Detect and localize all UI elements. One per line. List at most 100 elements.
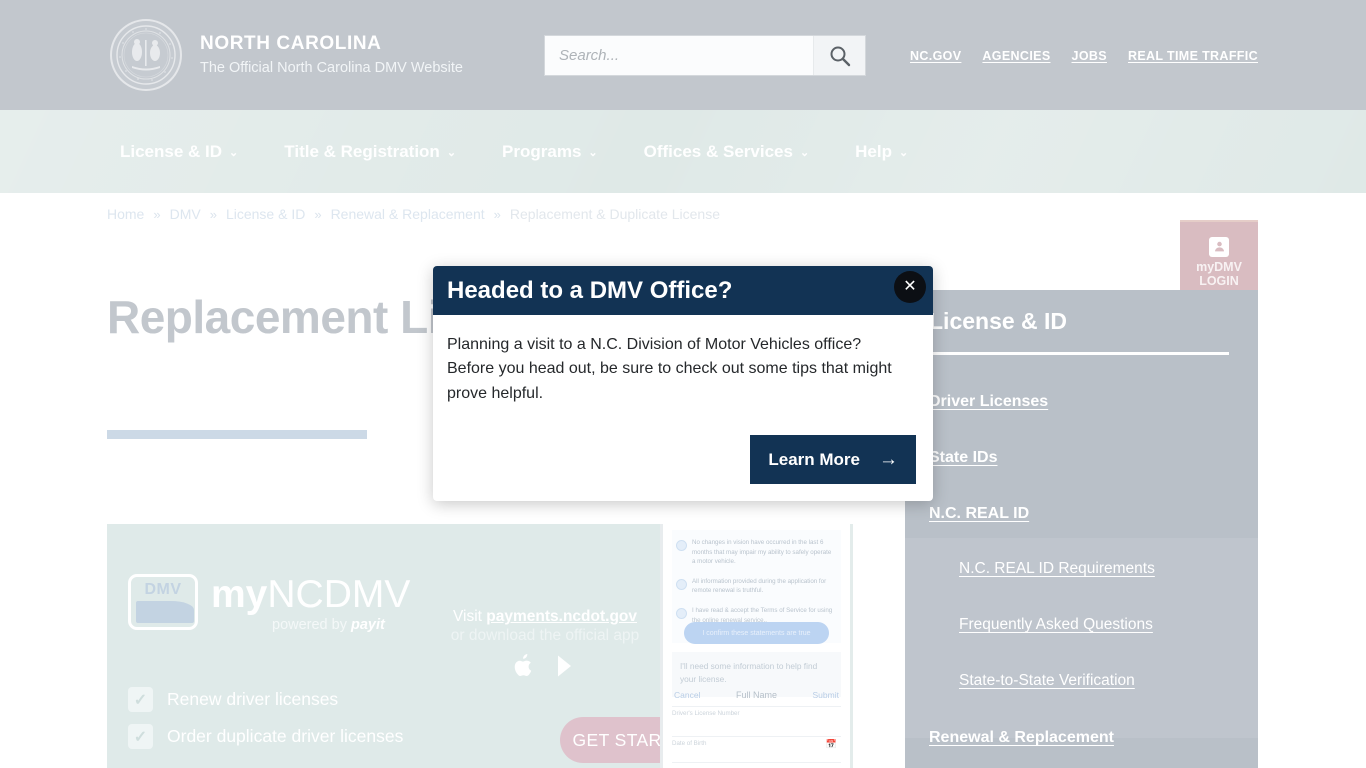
apple-app-store-icon[interactable] bbox=[511, 653, 537, 679]
search-button[interactable] bbox=[813, 36, 865, 75]
phone-cancel-button[interactable]: Cancel bbox=[674, 690, 700, 700]
breadcrumb-item-renewal-and-replacement[interactable]: Renewal & Replacement bbox=[331, 206, 485, 222]
nav-label: Programs bbox=[502, 141, 582, 161]
visit-prefix: Visit bbox=[452, 608, 487, 625]
nav-label: Offices & Services bbox=[643, 141, 793, 161]
checkbox-circle-icon[interactable] bbox=[676, 608, 687, 620]
phone-form-title: Full Name bbox=[735, 690, 777, 700]
payments-url-link[interactable]: payments.ncdot.gov bbox=[486, 608, 637, 625]
breadcrumb-item-dmv[interactable]: DMV bbox=[170, 206, 201, 222]
calendar-icon[interactable]: 📅 bbox=[826, 739, 837, 750]
powered-by-text: powered by payit bbox=[272, 617, 385, 633]
sidebar-subitem-state-to-state-verification[interactable]: State-to-State Verification bbox=[959, 672, 1135, 690]
form-divider bbox=[672, 736, 841, 737]
visit-line-1: Visit payments.ncdot.gov bbox=[437, 608, 653, 626]
brand-subtitle: The Official North Carolina DMV Website bbox=[200, 59, 463, 76]
dmv-office-modal: Headed to a DMV Office? ✕ Planning a vis… bbox=[433, 266, 933, 501]
visit-line-2: or download the official app bbox=[450, 627, 640, 644]
nav-item-help[interactable]: Help ⌄ bbox=[855, 142, 908, 162]
feature-row-duplicate: ✓ Order duplicate driver licenses bbox=[128, 724, 403, 749]
nav-item-title-and-registration[interactable]: Title & Registration ⌄ bbox=[284, 142, 456, 162]
visit-block: Visit payments.ncdot.gov or download the… bbox=[437, 608, 653, 679]
brand-block: NORTH CAROLINA The Official North Caroli… bbox=[200, 33, 463, 80]
utility-link-real-time-traffic[interactable]: REAL TIME TRAFFIC bbox=[1128, 49, 1258, 63]
breadcrumb-separator: » bbox=[493, 206, 501, 222]
sidebar-subitem-frequently-asked-questions[interactable]: Frequently Asked Questions bbox=[959, 616, 1153, 634]
search-input[interactable] bbox=[545, 36, 813, 75]
feature-label: Order duplicate driver licenses bbox=[167, 726, 404, 746]
utility-link-ncgov[interactable]: NC.GOV bbox=[910, 49, 961, 63]
learn-more-button[interactable]: Learn More → bbox=[750, 435, 916, 484]
statement-text: All information provided during the appl… bbox=[692, 577, 827, 595]
breadcrumb-current: Replacement & Duplicate License bbox=[509, 206, 721, 222]
wordmark-ncdmv: NCDMV bbox=[267, 573, 411, 616]
modal-title: Headed to a DMV Office? bbox=[447, 276, 733, 304]
title-underline-rule bbox=[107, 430, 367, 439]
mydmv-line2: LOGIN bbox=[1199, 274, 1239, 288]
confirm-statements-button[interactable]: I confirm these statements are true bbox=[684, 622, 829, 644]
nav-item-list: License & ID ⌄ Title & Registration ⌄ Pr… bbox=[120, 110, 908, 193]
breadcrumb-separator: » bbox=[153, 206, 161, 222]
statement-item: No changes in vision have occurred in th… bbox=[676, 538, 835, 567]
page-root: NORTH CAROLINA The Official North Caroli… bbox=[0, 0, 1366, 768]
main-navigation: License & ID ⌄ Title & Registration ⌄ Pr… bbox=[0, 110, 1366, 303]
statement-text: No changes in vision have occurred in th… bbox=[692, 539, 832, 566]
nav-label: Help bbox=[855, 141, 892, 161]
sidebar-item-driver-licenses[interactable]: Driver Licenses bbox=[929, 393, 1048, 411]
utility-links: NC.GOV AGENCIES JOBS REAL TIME TRAFFIC bbox=[910, 49, 1258, 63]
learn-more-label: Learn More bbox=[768, 449, 860, 469]
phone-form-header: Cancel Full Name Submit bbox=[672, 690, 841, 700]
dmv-swoosh-shape bbox=[136, 601, 194, 623]
chevron-down-icon: ⌄ bbox=[446, 147, 457, 159]
utility-link-jobs[interactable]: JOBS bbox=[1072, 49, 1107, 63]
phone-submit-button[interactable]: Submit bbox=[813, 690, 839, 700]
form-divider bbox=[672, 706, 841, 707]
payit-brand: payit bbox=[351, 617, 385, 633]
sidebar-subitem-nc-real-id-requirements[interactable]: N.C. REAL ID Requirements bbox=[959, 560, 1155, 578]
myncdmv-promo-banner[interactable]: DMV myNCDMV powered by payit ✓ Renew dri… bbox=[107, 524, 853, 768]
chevron-down-icon: ⌄ bbox=[588, 147, 598, 159]
feature-label: Renew driver licenses bbox=[167, 689, 339, 709]
sidebar-title: License & ID bbox=[929, 308, 1068, 334]
nav-item-programs[interactable]: Programs ⌄ bbox=[502, 142, 598, 162]
breadcrumb-item-home[interactable]: Home bbox=[107, 206, 144, 222]
sidebar-license-and-id: License & ID Driver Licenses State IDs N… bbox=[905, 290, 1258, 768]
chevron-down-icon: ⌄ bbox=[229, 147, 239, 159]
user-account-icon bbox=[1209, 236, 1229, 257]
sidebar-item-state-ids[interactable]: State IDs bbox=[929, 449, 997, 467]
chevron-down-icon: ⌄ bbox=[799, 147, 810, 159]
dmv-logo-text: DMV bbox=[144, 581, 182, 598]
nav-item-offices-and-services[interactable]: Offices & Services ⌄ bbox=[644, 142, 810, 162]
field-label-license-number: Driver's License Number bbox=[672, 710, 740, 717]
site-header: NORTH CAROLINA The Official North Caroli… bbox=[0, 0, 1366, 110]
checkbox-circle-icon[interactable] bbox=[676, 578, 687, 590]
sidebar-subitem-group: N.C. REAL ID Requirements Frequently Ask… bbox=[905, 538, 1258, 738]
powered-prefix: powered by bbox=[272, 617, 351, 633]
breadcrumb-separator: » bbox=[314, 206, 322, 222]
mydmv-label: myDMV LOGIN bbox=[1196, 260, 1242, 289]
nav-item-license-and-id[interactable]: License & ID ⌄ bbox=[120, 142, 238, 162]
chevron-down-icon: ⌄ bbox=[899, 147, 909, 159]
breadcrumb-item-license-and-id[interactable]: License & ID bbox=[226, 206, 305, 222]
nav-label: License & ID bbox=[120, 141, 223, 161]
nav-label: Title & Registration bbox=[284, 141, 440, 161]
statement-item: All information provided during the appl… bbox=[676, 577, 835, 596]
feature-row-renew: ✓ Renew driver licenses bbox=[128, 687, 338, 712]
search-bar[interactable] bbox=[545, 36, 865, 75]
breadcrumb: Home » DMV » License & ID » Renewal & Re… bbox=[107, 206, 720, 222]
brand-title: NORTH CAROLINA bbox=[200, 33, 382, 54]
checkbox-circle-icon[interactable] bbox=[676, 540, 687, 551]
myncdmv-wordmark: myNCDMV bbox=[211, 575, 410, 614]
form-divider bbox=[672, 762, 841, 763]
search-icon bbox=[830, 46, 850, 66]
utility-link-agencies[interactable]: AGENCIES bbox=[982, 49, 1050, 63]
dmv-logo-icon: DMV bbox=[128, 574, 198, 630]
checkmark-icon: ✓ bbox=[128, 687, 153, 712]
google-play-icon[interactable] bbox=[553, 653, 579, 679]
sidebar-item-renewal-and-replacement[interactable]: Renewal & Replacement bbox=[929, 729, 1114, 747]
close-icon[interactable]: ✕ bbox=[894, 271, 926, 303]
checkmark-icon: ✓ bbox=[128, 724, 153, 749]
sidebar-item-nc-real-id[interactable]: N.C. REAL ID bbox=[929, 505, 1029, 523]
phone-mockup: No changes in vision have occurred in th… bbox=[660, 524, 853, 768]
field-label-date-of-birth: Date of Birth bbox=[672, 740, 707, 747]
